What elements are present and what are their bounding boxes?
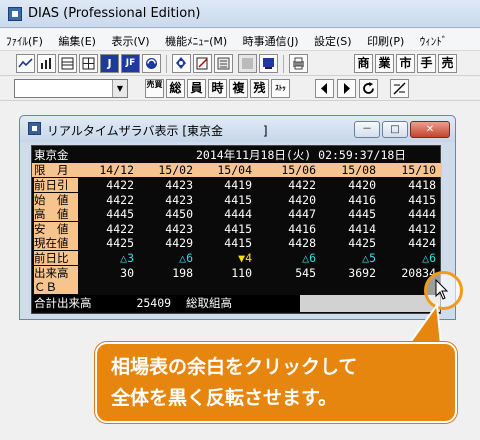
callout-text: 相場表の余白をクリックして 全体を黒く反転させます。 xyxy=(111,352,451,414)
instruction-callout: 相場表の余白をクリックして 全体を黒く反転させます。 xyxy=(95,342,457,423)
callout-line-1: 相場表の余白をクリックして xyxy=(111,356,358,378)
callout-line-2: 全体を黒く反転させます。 xyxy=(111,387,338,409)
